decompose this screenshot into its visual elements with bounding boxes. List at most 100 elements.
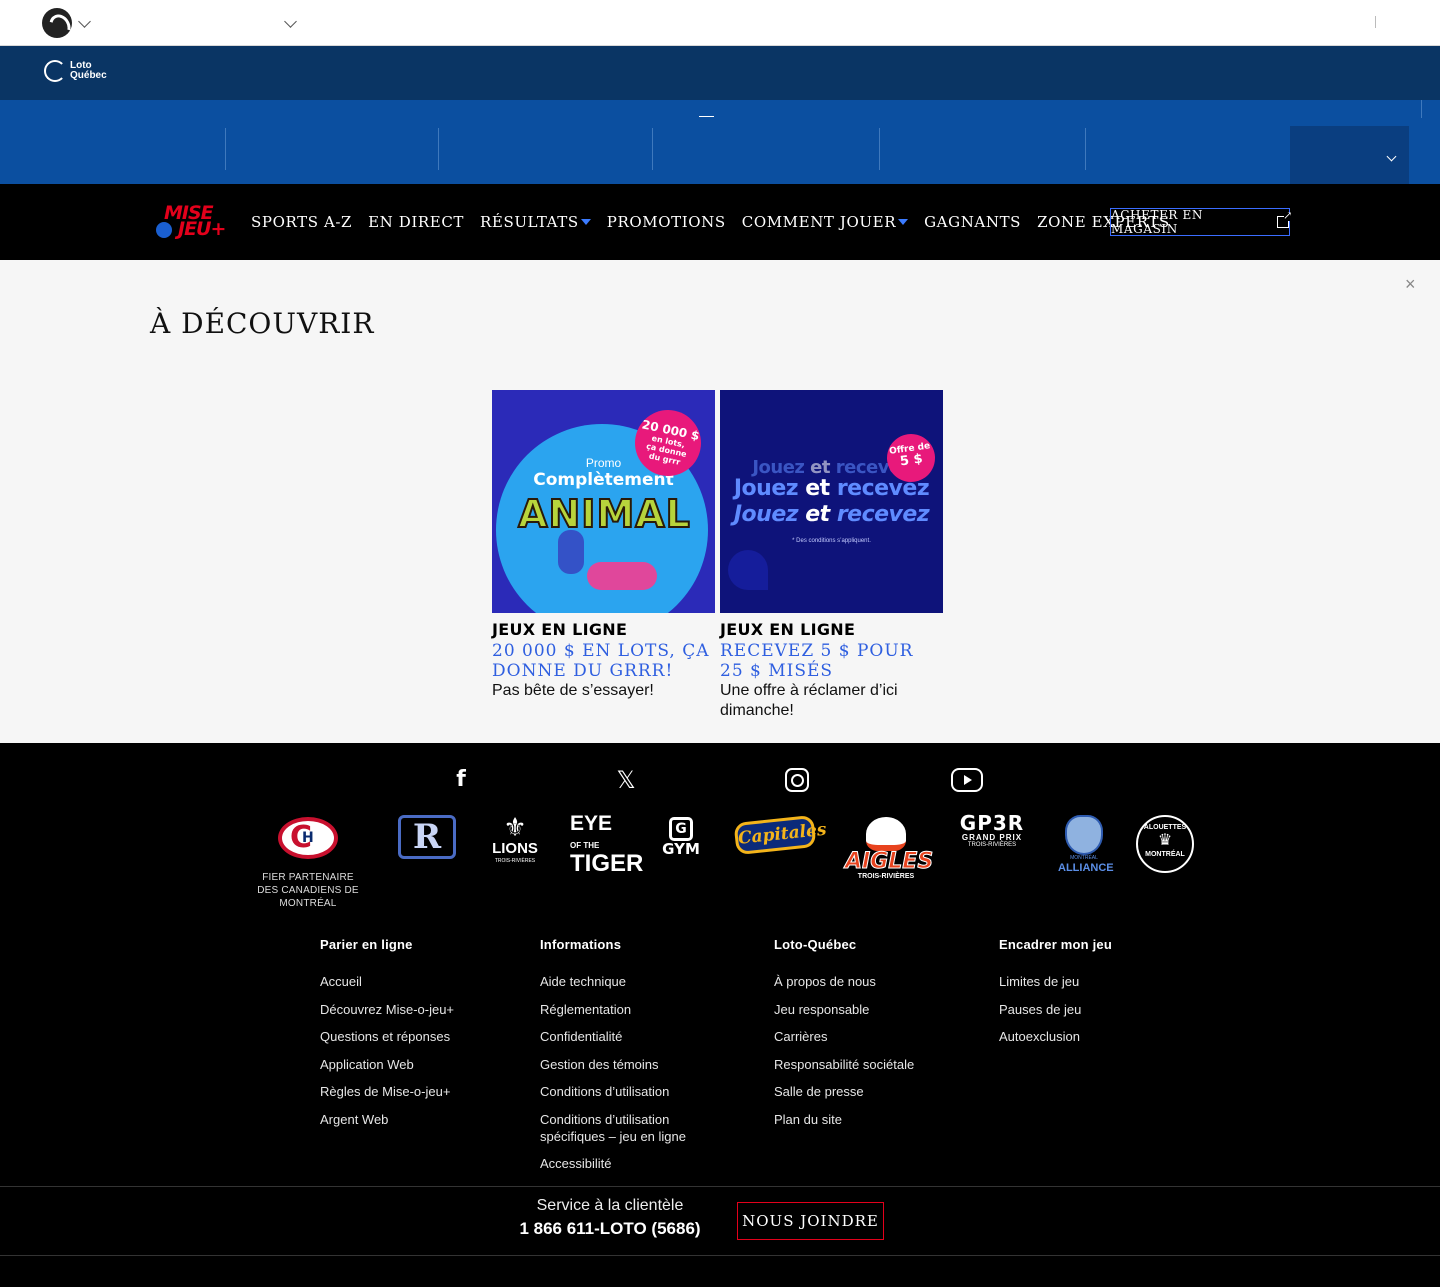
- facebook-icon[interactable]: f: [448, 767, 474, 793]
- footer-link[interactable]: Pauses de jeu: [999, 1001, 1112, 1018]
- card-title[interactable]: Recevez 5 $ pour 25 $ misés: [720, 641, 943, 681]
- footer-link[interactable]: Réglementation: [540, 1001, 710, 1018]
- flowers-illustration: [587, 562, 657, 590]
- wolf-icon: [1065, 815, 1103, 855]
- nav-links: SPORTS A-Z EN DIRECT RÉSULTATS PROMOTION…: [251, 212, 1186, 232]
- footer-link[interactable]: Accessibilité: [540, 1155, 710, 1172]
- footer-link[interactable]: Conditions d’utilisation spécifiques – j…: [540, 1111, 710, 1145]
- customer-service-bar: Service à la clientèle 1 866 611-LOTO (5…: [0, 1186, 1440, 1256]
- footer-column-title: Encadrer mon jeu: [999, 937, 1113, 952]
- footer-column-informations: Informations Aide technique Réglementati…: [540, 937, 710, 1183]
- eye-of-the-tiger-logo[interactable]: EYE OF THE TIGER: [570, 813, 643, 876]
- aigles-logo[interactable]: AIGLES TROIS-RIVIÈRES: [845, 817, 934, 881]
- brand-jeu: JEU+: [178, 218, 226, 240]
- footer-link[interactable]: Argent Web: [320, 1111, 454, 1128]
- tab-divider: [225, 128, 226, 170]
- gym-logo[interactable]: G GYM: [655, 817, 707, 857]
- footer-link[interactable]: Accueil: [320, 973, 454, 990]
- card-category: JEUX EN LIGNE: [720, 620, 856, 639]
- footer-column-title: Loto-Québec: [774, 937, 857, 952]
- footer-column-parier: Parier en ligne Accueil Découvrez Mise-o…: [320, 937, 454, 1138]
- tab-divider: [1085, 128, 1086, 170]
- footer-link[interactable]: À propos de nous: [774, 973, 914, 990]
- more-tabs-button[interactable]: [1290, 126, 1409, 184]
- alouettes-logo[interactable]: ALOUETTES ♛ MONTRÉAL: [1136, 815, 1194, 873]
- external-link-icon: [1277, 209, 1293, 228]
- main-navigation: MISE JEU+ SPORTS A-Z EN DIRECT RÉSULTATS…: [0, 184, 1440, 260]
- nav-item-resultats[interactable]: RÉSULTATS: [480, 212, 591, 232]
- tab-divider: [438, 128, 439, 170]
- image-fine-print: * Des conditions s’appliquent.: [792, 538, 871, 544]
- card-description: Une offre à réclamer d’ici dimanche!: [720, 682, 898, 719]
- loto-quebec-logo-icon[interactable]: [42, 8, 72, 38]
- footer-link[interactable]: Confidentialité: [540, 1028, 710, 1045]
- canadiens-partner-logo[interactable]: FIER PARTENAIRE DES CANADIENS DE MONTRÉA…: [248, 817, 368, 910]
- discover-section: × À DÉCOUVRIR Promo Complètement ANIMAL …: [0, 260, 1440, 743]
- chevron-down-icon[interactable]: [78, 15, 91, 28]
- close-icon[interactable]: ×: [1405, 274, 1416, 295]
- footer-link[interactable]: Limites de jeu: [999, 973, 1112, 990]
- card-title[interactable]: 20 000 $ en lots, ça donne du grrr!: [492, 641, 715, 681]
- footer-column-loto-quebec: Loto-Québec À propos de nous Jeu respons…: [774, 937, 914, 1138]
- loto-quebec-logo[interactable]: Loto Québec: [44, 60, 107, 82]
- chevron-down-icon: [1386, 151, 1397, 162]
- promo-card[interactable]: Jouez et recevez Jouez et recevez Jouez …: [720, 390, 943, 721]
- instagram-icon[interactable]: [785, 768, 809, 792]
- canadiens-partner-text: FIER PARTENAIRE DES CANADIENS DE MONTRÉA…: [257, 872, 359, 909]
- nav-item-gagnants[interactable]: GAGNANTS: [924, 212, 1021, 232]
- card-description: Pas bête de s’essayer!: [492, 682, 654, 699]
- footer-link[interactable]: Questions et réponses: [320, 1028, 454, 1045]
- nav-item-en-direct[interactable]: EN DIRECT: [368, 212, 464, 232]
- footer-link[interactable]: Découvrez Mise-o-jeu+: [320, 1001, 454, 1018]
- footer-link[interactable]: Aide technique: [540, 973, 710, 990]
- dropdown-caret-icon: [580, 219, 591, 225]
- buy-in-store-button[interactable]: ACHETER EN MAGASIN: [1110, 208, 1293, 236]
- tab-divider: [652, 128, 653, 170]
- eagle-head-icon: [866, 817, 906, 851]
- loto-quebec-header: Loto Québec: [0, 46, 1440, 100]
- footer-link[interactable]: Carrières: [774, 1028, 914, 1045]
- ball-icon: [156, 222, 172, 238]
- footer-link[interactable]: Conditions d’utilisation: [540, 1083, 710, 1100]
- image-decoration: [728, 550, 768, 590]
- x-icon[interactable]: 𝕏: [613, 767, 639, 793]
- footer: f 𝕏 FIER PARTENAIRE DES CANADIENS DE MON…: [0, 743, 1440, 1287]
- footer-link[interactable]: Application Web: [320, 1056, 454, 1073]
- rocket-logo[interactable]: R: [398, 815, 456, 859]
- footer-link[interactable]: Plan du site: [774, 1111, 914, 1128]
- card-category: JEUX EN LIGNE: [492, 620, 628, 639]
- promo-card[interactable]: Promo Complètement ANIMAL 20 000 $ en lo…: [492, 390, 715, 701]
- footer-link[interactable]: Responsabilité sociétale: [774, 1056, 914, 1073]
- youtube-icon[interactable]: [951, 768, 983, 792]
- footer-link[interactable]: Règles de Mise-o-jeu+: [320, 1083, 454, 1100]
- chevron-down-icon[interactable]: [284, 15, 297, 28]
- nav-item-promotions[interactable]: PROMOTIONS: [607, 212, 726, 232]
- footer-link[interactable]: Salle de presse: [774, 1083, 914, 1100]
- footer-link[interactable]: Jeu responsable: [774, 1001, 914, 1018]
- loto-quebec-swirl-icon: [44, 60, 66, 82]
- gp3r-logo[interactable]: GP3R GRAND PRIX TROIS-RIVIÈRES: [952, 813, 1032, 849]
- footer-column-title: Parier en ligne: [320, 937, 413, 952]
- nav-item-sports-a-z[interactable]: SPORTS A-Z: [251, 212, 352, 232]
- alliance-logo[interactable]: MONTRÉAL ALLIANCE: [1058, 815, 1114, 874]
- capitales-logo[interactable]: Capitales: [733, 814, 827, 856]
- contact-us-button[interactable]: NOUS JOINDRE: [737, 1202, 884, 1240]
- image-text-row: Jouez et recevez: [733, 502, 930, 527]
- gym-mark-icon: G: [669, 817, 693, 841]
- mise-o-jeu-logo[interactable]: MISE JEU+: [156, 204, 234, 242]
- nav-item-comment-jouer[interactable]: COMMENT JOUER: [742, 212, 909, 232]
- promo-card-image[interactable]: Jouez et recevez Jouez et recevez Jouez …: [720, 390, 943, 613]
- footer-link[interactable]: Gestion des témoins: [540, 1056, 710, 1073]
- footer-link[interactable]: Autoexclusion: [999, 1028, 1112, 1045]
- footer-column-title: Informations: [540, 937, 622, 952]
- buy-in-store-label: ACHETER EN MAGASIN: [1111, 208, 1203, 236]
- tab-divider: [879, 128, 880, 170]
- customer-service-label: Service à la clientèle: [536, 1197, 684, 1214]
- divider: [1375, 16, 1376, 28]
- divider: [1421, 100, 1422, 118]
- customer-service-phone[interactable]: 1 866 611-LOTO (5686): [490, 1218, 730, 1240]
- lions-logo[interactable]: ⚜ LIONS TROIS-RIVIÈRES: [488, 813, 542, 865]
- mascot-illustration: [558, 530, 584, 574]
- promo-card-image[interactable]: Promo Complètement ANIMAL 20 000 $ en lo…: [492, 390, 715, 613]
- canadiens-logo-icon: [278, 817, 338, 859]
